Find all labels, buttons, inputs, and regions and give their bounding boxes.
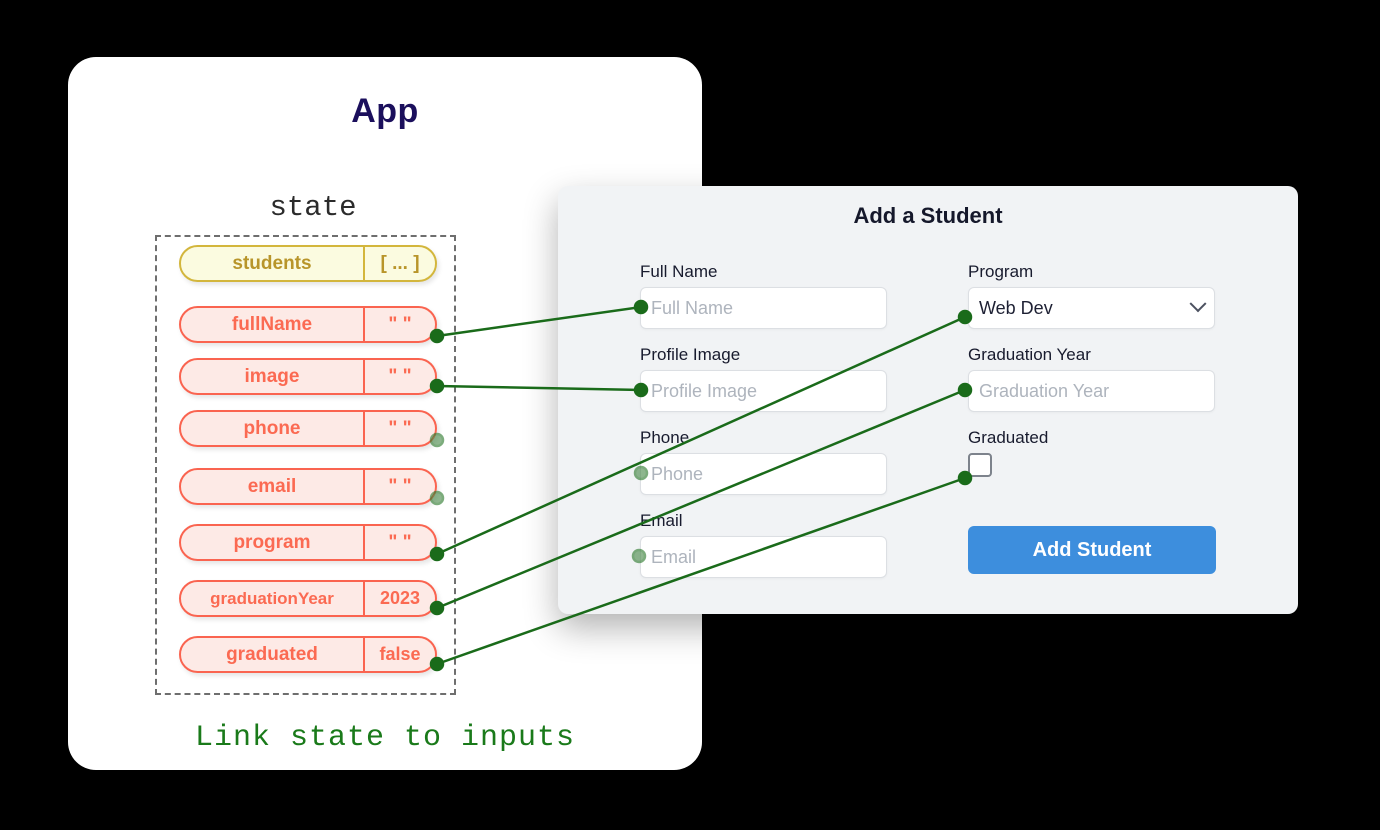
state-container: students [ ... ] fullName " " image " " …: [155, 235, 456, 695]
full-name-input[interactable]: Full Name: [640, 287, 887, 329]
state-pill-value: 2023: [363, 582, 435, 615]
state-pill-fullName[interactable]: fullName " ": [179, 306, 437, 343]
state-pill-key: graduated: [226, 643, 318, 665]
field-phone: Phone Phone: [640, 428, 887, 495]
diagram-caption: Link state to inputs: [194, 721, 576, 755]
state-pill-key: image: [244, 365, 300, 387]
graduated-checkbox[interactable]: [968, 453, 992, 477]
page-title: App: [351, 92, 419, 130]
state-heading: state: [269, 191, 357, 224]
profile-image-input[interactable]: Profile Image: [640, 370, 887, 412]
state-pill-key: students: [232, 252, 312, 274]
state-pill-value: [ ... ]: [363, 247, 435, 280]
graduation-year-input[interactable]: Graduation Year: [968, 370, 1215, 412]
chevron-down-icon: [1189, 295, 1207, 313]
state-pill-students[interactable]: students [ ... ]: [179, 245, 437, 282]
field-graduation-year: Graduation Year Graduation Year: [968, 345, 1215, 412]
state-pill-value: false: [363, 638, 435, 671]
field-graduated: Graduated: [968, 428, 1048, 477]
field-label-graduation-year: Graduation Year: [968, 345, 1091, 364]
field-label-full-name: Full Name: [640, 262, 718, 281]
add-student-button[interactable]: Add Student: [968, 526, 1216, 574]
phone-input[interactable]: Phone: [640, 453, 887, 495]
form-title: Add a Student: [853, 203, 1003, 228]
field-email: Email Email: [640, 511, 887, 578]
state-pill-graduated[interactable]: graduated false: [179, 636, 437, 673]
state-pill-value: " ": [363, 412, 435, 445]
state-pill-value: " ": [363, 526, 435, 559]
program-select-value: Web Dev: [979, 297, 1053, 318]
state-pill-value: " ": [363, 308, 435, 341]
state-pill-email[interactable]: email " ": [179, 468, 437, 505]
field-program: Program Web Dev: [968, 262, 1215, 329]
state-pill-key: phone: [243, 417, 301, 439]
field-label-program: Program: [968, 262, 1034, 281]
field-full-name: Full Name Full Name: [640, 262, 887, 329]
field-label-graduated: Graduated: [968, 428, 1049, 447]
state-pill-key: email: [247, 475, 297, 497]
state-pill-graduationYear[interactable]: graduationYear 2023: [179, 580, 437, 617]
state-pill-value: " ": [363, 470, 435, 503]
state-pill-value: " ": [363, 360, 435, 393]
diagram-stage: App state students [ ... ] fullName " " …: [0, 0, 1380, 830]
state-pill-program[interactable]: program " ": [179, 524, 437, 561]
field-label-email: Email: [640, 511, 683, 530]
add-student-form-panel: Add a Student Full Name Full Name Profil…: [558, 186, 1298, 614]
field-label-phone: Phone: [640, 428, 690, 447]
field-label-profile-image: Profile Image: [640, 345, 741, 364]
state-pill-key: graduationYear: [210, 588, 334, 608]
state-pill-key: fullName: [231, 313, 313, 335]
email-input[interactable]: Email: [640, 536, 887, 578]
state-pill-key: program: [233, 531, 311, 553]
program-select[interactable]: Web Dev: [968, 287, 1215, 329]
state-pill-image[interactable]: image " ": [179, 358, 437, 395]
state-pill-phone[interactable]: phone " ": [179, 410, 437, 447]
field-profile-image: Profile Image Profile Image: [640, 345, 887, 412]
